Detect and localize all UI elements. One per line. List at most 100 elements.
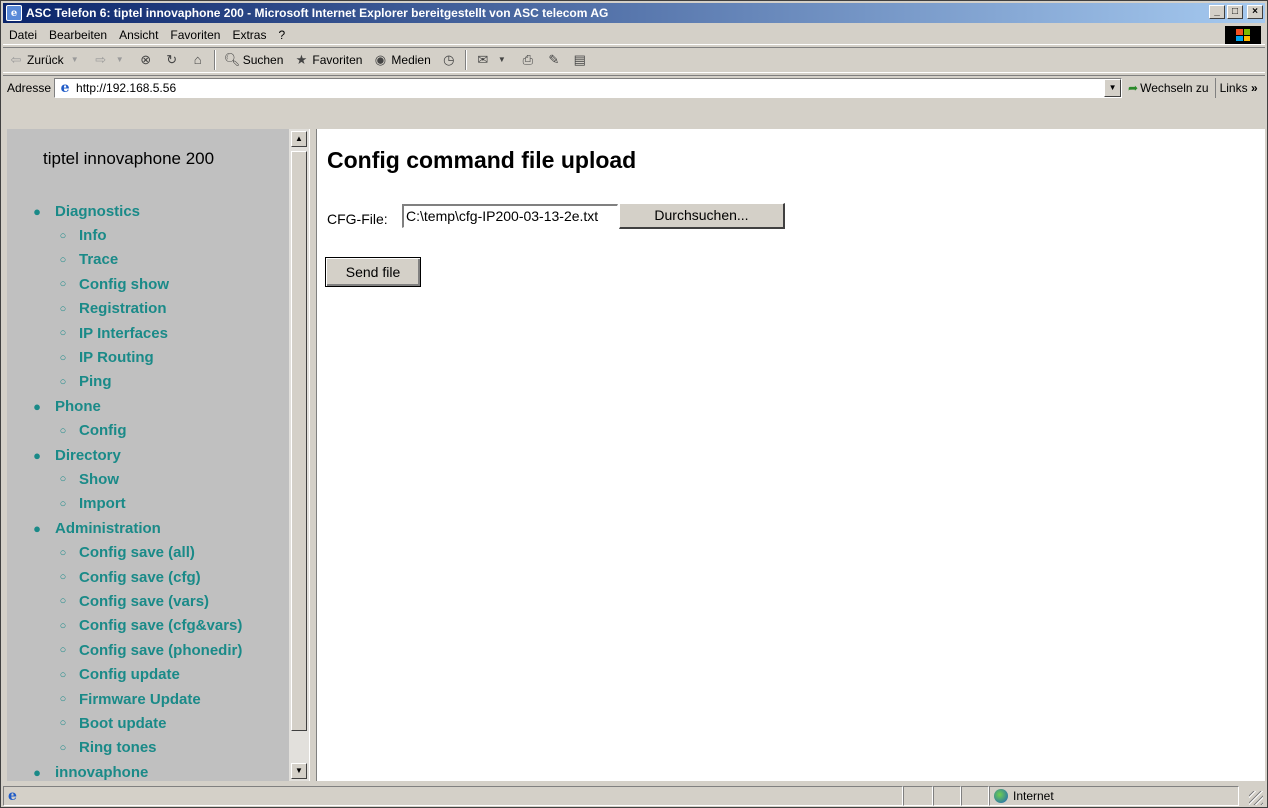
nav-link[interactable]: ○ IP Interfaces <box>31 321 242 345</box>
minimize-button[interactable]: _ <box>1209 5 1225 19</box>
nav-link[interactable]: ○ Trace <box>31 248 242 272</box>
nav-link[interactable]: ○ IP Routing <box>31 345 242 369</box>
menu-datei[interactable]: Datei <box>3 28 43 42</box>
links-button[interactable]: Links » <box>1216 81 1262 95</box>
nav-link[interactable]: ○ Config save (phonedir) <box>31 638 243 662</box>
links-label: Links <box>1219 80 1248 95</box>
print-button[interactable]: ⎙ <box>515 52 541 68</box>
address-dropdown-button[interactable]: ▼ <box>1104 78 1122 97</box>
stop-icon: ⊗ <box>140 52 152 67</box>
nav-label: innovaphone <box>55 763 149 781</box>
nav-label: Firmware Update <box>79 690 201 708</box>
back-button[interactable]: ⇦ Zurück ▼ <box>3 52 88 68</box>
menu-favoriten[interactable]: Favoriten <box>164 28 226 42</box>
nav-section[interactable]: ● Directory <box>31 443 242 467</box>
media-button[interactable]: ◉ Medien <box>367 52 435 68</box>
nav-scrollbar[interactable]: ▲ ▼ <box>289 129 309 781</box>
chevron-down-icon: ▼ <box>115 55 124 64</box>
scroll-down-button[interactable]: ▼ <box>291 763 307 779</box>
nav-link[interactable]: ○ Firmware Update <box>31 687 242 711</box>
nav-link[interactable]: ○ Registration <box>31 297 242 321</box>
ie-icon: e <box>6 5 22 21</box>
maximize-button[interactable]: □ <box>1227 5 1243 19</box>
status-bar: e Internet <box>3 785 1265 807</box>
home-icon: ⌂ <box>193 52 202 67</box>
nav-section[interactable]: ● Administration <box>31 516 242 540</box>
nav-link[interactable]: ○ Import <box>31 492 242 516</box>
nav-label: Phone <box>55 397 101 415</box>
bullet-circle-icon: ○ <box>59 473 67 486</box>
send-file-button[interactable]: Send file <box>325 257 421 287</box>
home-button[interactable]: ⌂ <box>185 52 211 68</box>
menu-help[interactable]: ? <box>272 28 291 42</box>
discuss-button[interactable]: ▤ <box>567 52 593 68</box>
history-button[interactable]: ◷ <box>436 52 462 68</box>
bullet-circle-icon: ○ <box>59 302 67 315</box>
nav-label: IP Routing <box>79 349 154 367</box>
bullet-circle-icon: ○ <box>59 278 67 291</box>
bullet-circle-icon: ○ <box>59 693 67 705</box>
nav-link[interactable]: ○ Boot update <box>31 711 242 735</box>
stop-button[interactable]: ⊗ <box>133 52 159 68</box>
scroll-up-button[interactable]: ▲ <box>291 131 307 147</box>
status-cell <box>903 786 933 806</box>
title-bar[interactable]: e ASC Telefon 6: tiptel innovaphone 200 … <box>3 3 1265 23</box>
toolbar: ⇦ Zurück ▼ ⇨ ▼ ⊗ ↻ ⌂ 🔍︎ Suchen ★ Favorit… <box>3 47 1265 73</box>
goto-button[interactable]: ➦ Wechseln zu <box>1122 77 1216 98</box>
nav-link[interactable]: ○ Config save (cfg) <box>31 565 242 589</box>
device-title: tiptel innovaphone 200 <box>43 149 215 168</box>
mail-icon: ✉ <box>477 52 489 67</box>
address-input[interactable]: e http://192.168.5.56 ▼ <box>54 77 1123 98</box>
bullet-disc-icon: ● <box>33 520 41 536</box>
print-icon: ⎙ <box>522 52 533 67</box>
mail-button[interactable]: ✉ ▼ <box>470 52 515 68</box>
nav-label: Config save (cfg&vars) <box>79 617 243 635</box>
nav-label: Info <box>79 227 107 245</box>
cfg-file-label: CFG-File: <box>327 211 388 227</box>
bullet-circle-icon: ○ <box>59 497 67 510</box>
search-button[interactable]: 🔍︎ Suchen <box>219 52 289 68</box>
address-url: http://192.168.5.56 <box>76 80 177 95</box>
bullet-circle-icon: ○ <box>59 571 67 584</box>
edit-button[interactable]: ✎ <box>541 52 567 68</box>
search-label: Suchen <box>242 53 284 67</box>
refresh-button[interactable]: ↻ <box>159 52 185 68</box>
menu-bearbeiten[interactable]: Bearbeiten <box>43 28 113 42</box>
nav-link[interactable]: ○ Info <box>31 223 242 247</box>
nav-link[interactable]: ○ Show <box>31 467 242 491</box>
menu-extras[interactable]: Extras <box>226 28 272 42</box>
resize-grip[interactable] <box>1249 791 1263 805</box>
forward-button[interactable]: ⇨ ▼ <box>88 52 133 68</box>
nav-section[interactable]: ● Diagnostics <box>31 199 242 223</box>
menu-ansicht[interactable]: Ansicht <box>113 28 164 42</box>
nav-label: Boot update <box>79 714 167 732</box>
nav-link[interactable]: ○ Ping <box>31 370 242 394</box>
cfg-file-input[interactable]: C:\temp\cfg-IP200-03-13-2e.txt <box>402 204 618 228</box>
page-title: Config command file upload <box>327 147 637 173</box>
goto-arrow-icon: ➦ <box>1128 80 1139 95</box>
scroll-thumb[interactable] <box>291 151 307 731</box>
browse-button[interactable]: Durchsuchen... <box>619 203 785 229</box>
favorites-label: Favoriten <box>312 53 363 67</box>
close-button[interactable]: × <box>1247 5 1263 19</box>
status-cell <box>961 786 989 806</box>
zone-label: Internet <box>1013 789 1054 803</box>
nav-link[interactable]: ○ Config update <box>31 662 242 686</box>
frame-divider[interactable] <box>309 129 317 781</box>
bullet-circle-icon: ○ <box>59 668 67 681</box>
nav-link[interactable]: ○ Config <box>31 419 242 443</box>
nav-section[interactable]: ● innovaphone <box>31 760 242 781</box>
bullet-circle-icon: ○ <box>59 229 67 242</box>
nav-link[interactable]: ○ Ring tones <box>31 736 242 760</box>
nav-link[interactable]: ○ Config save (all) <box>31 540 242 564</box>
favorites-button[interactable]: ★ Favoriten <box>288 52 367 68</box>
status-cell <box>933 786 961 806</box>
nav-label: Import <box>79 495 126 513</box>
back-label: Zurück <box>27 53 64 67</box>
nav-link[interactable]: ○ Config save (vars) <box>31 589 242 613</box>
status-text-cell: e <box>3 786 903 806</box>
nav-link[interactable]: ○ Config save (cfg&vars) <box>31 614 243 638</box>
nav-link[interactable]: ○ Config show <box>31 272 242 296</box>
discuss-icon: ▤ <box>573 52 586 67</box>
nav-section[interactable]: ● Phone <box>31 394 242 418</box>
